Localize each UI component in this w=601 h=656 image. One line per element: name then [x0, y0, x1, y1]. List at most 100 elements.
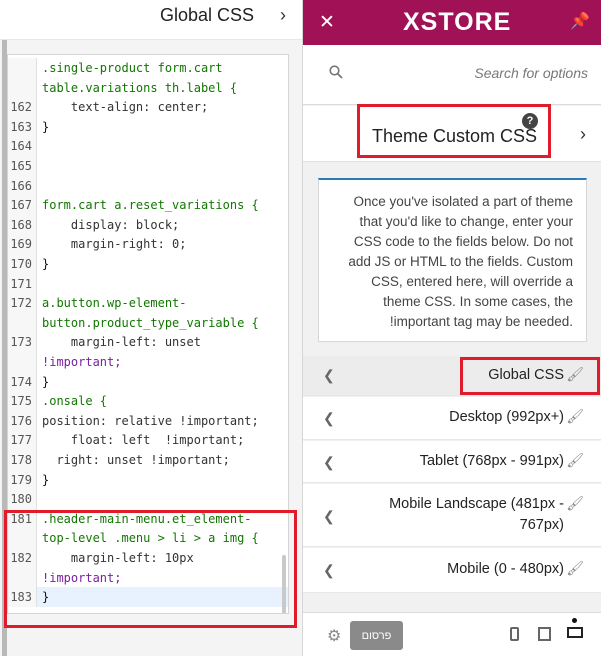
code-text: a.button.wp-element- [42, 296, 187, 311]
line-number: 165 [8, 156, 37, 176]
chevron-right-icon[interactable]: › [580, 124, 586, 145]
customizer-sidebar: ✕ XSTORE 📌 Theme Custom CSS ? › Once you… [302, 0, 601, 656]
editor-title: Global CSS [159, 5, 254, 25]
line-number: 172 [8, 293, 37, 314]
line-number: 162 [8, 97, 37, 118]
editor-header: Global CSS › [0, 0, 302, 40]
code-line[interactable]: 175 .onsale { [8, 391, 288, 412]
code-line[interactable]: table.variations th.label { [8, 77, 288, 98]
brush-icon: 🖌 [566, 452, 584, 468]
code-line[interactable]: 169 margin-right: 0; [8, 234, 288, 255]
xstore-logo: XSTORE [403, 8, 512, 36]
sidebar-footer: ⚙ פרסום [303, 612, 601, 656]
code-text: float: left !important; [42, 433, 245, 448]
highlight-box-code [4, 510, 297, 628]
brush-icon: 🖌 [566, 560, 584, 576]
search-input[interactable] [353, 61, 588, 85]
code-line[interactable]: 170} [8, 254, 288, 274]
line-number [8, 312, 37, 333]
code-line[interactable]: 174} [8, 371, 288, 392]
list-item-label: Desktop (992px+) [449, 409, 564, 425]
code-text: !important; [42, 355, 122, 369]
code-line[interactable]: !important; [8, 352, 288, 372]
chevron-left-icon: ❮ [323, 508, 335, 524]
list-item-label: Tablet (768px - 991px) [419, 453, 564, 469]
code-line[interactable]: 178 right: unset !important; [8, 450, 288, 470]
description-box: Once you've isolated a part of theme tha… [318, 178, 587, 342]
brush-icon: 🖌 [566, 495, 584, 511]
line-number: 167 [8, 195, 37, 216]
code-line[interactable]: 173 margin-left: unset [8, 332, 288, 353]
code-line[interactable]: 164 [8, 136, 288, 157]
mobile-preview-icon[interactable] [510, 627, 519, 641]
code-line[interactable]: 179} [8, 469, 288, 490]
code-line[interactable]: 167 form.cart a.reset_variations { [8, 195, 288, 216]
code-line[interactable]: 163} [8, 116, 288, 137]
brand-bar: ✕ XSTORE 📌 [303, 0, 601, 45]
line-number: 164 [8, 136, 37, 157]
code-text: display: block; [42, 217, 180, 232]
line-number: 174 [8, 371, 37, 392]
line-number: 166 [8, 175, 37, 196]
list-item-label: Mobile (0 - 480px) [447, 561, 564, 577]
code-line[interactable]: 165 [8, 156, 288, 176]
line-number: 171 [8, 273, 37, 294]
code-text: position: relative !important; [42, 413, 259, 428]
line-number [8, 352, 37, 372]
line-number: 170 [8, 254, 37, 274]
list-item-label: Mobile Landscape (481px - 767px) [389, 496, 564, 533]
chevron-left-icon: ❮ [323, 562, 335, 578]
code-line[interactable]: button.product_type_variable { [8, 312, 288, 333]
line-number: 176 [8, 410, 37, 431]
list-item-tablet[interactable]: ❮ Tablet (768px - 991px) 🖌 [303, 441, 601, 483]
chevron-left-icon: ❮ [323, 454, 335, 470]
code-text: .onsale { [42, 394, 108, 409]
description-text: Once you've isolated a part of theme tha… [348, 194, 573, 329]
code-text: form.cart a.reset_variations { [42, 198, 259, 213]
highlight-box-global-css [460, 357, 600, 395]
desktop-preview-icon[interactable] [567, 627, 583, 638]
line-number: 173 [8, 332, 37, 353]
line-number: 168 [8, 214, 37, 235]
code-text: } [42, 257, 50, 271]
code-line[interactable]: 171 [8, 273, 288, 294]
pin-icon[interactable]: 📌 [570, 11, 590, 31]
chevron-left-icon: ❮ [323, 367, 335, 383]
code-line[interactable]: 176 position: relative !important; [8, 410, 288, 431]
code-text: } [42, 119, 50, 134]
code-line[interactable]: 180 [8, 489, 288, 510]
code-line[interactable]: 168 display: block; [8, 214, 288, 235]
list-item-mobile-landscape[interactable]: ❮ Mobile Landscape (481px - 767px) 🖌 [303, 484, 601, 547]
close-icon[interactable]: ✕ [319, 11, 335, 34]
line-number [8, 58, 37, 78]
code-text: } [42, 374, 50, 389]
line-number: 178 [8, 450, 37, 470]
gear-icon[interactable]: ⚙ [327, 626, 341, 646]
code-line[interactable]: 177 float: left !important; [8, 430, 288, 451]
list-item-desktop[interactable]: ❮ Desktop (992px+) 🖌 [303, 397, 601, 440]
search-icon [329, 65, 343, 79]
code-text: button.product_type_variable { [42, 315, 259, 330]
line-number: 169 [8, 234, 37, 255]
code-text: margin-right: 0; [42, 237, 187, 252]
list-item-mobile[interactable]: ❮ Mobile (0 - 480px) 🖌 [303, 548, 601, 593]
code-text: .single-product form.cart [42, 61, 223, 75]
highlight-box-title [357, 104, 551, 158]
code-line[interactable]: .single-product form.cart [8, 58, 288, 78]
code-text: text-align: center; [42, 100, 209, 115]
code-line[interactable]: 166 [8, 175, 288, 196]
brush-icon: 🖌 [566, 408, 584, 424]
line-number [8, 77, 37, 98]
tablet-preview-icon[interactable] [538, 627, 551, 641]
active-device-dot [572, 618, 577, 623]
line-number: 175 [8, 391, 37, 412]
code-text: } [42, 472, 50, 487]
line-number: 179 [8, 469, 37, 490]
code-line[interactable]: 162 text-align: center; [8, 97, 288, 118]
publish-button[interactable]: פרסום [350, 621, 403, 650]
line-number: 163 [8, 116, 37, 137]
chevron-right-icon[interactable]: › [280, 5, 286, 26]
code-line[interactable]: 172 a.button.wp-element- [8, 293, 288, 314]
line-number: 180 [8, 489, 37, 510]
code-text: table.variations th.label { [42, 80, 238, 95]
